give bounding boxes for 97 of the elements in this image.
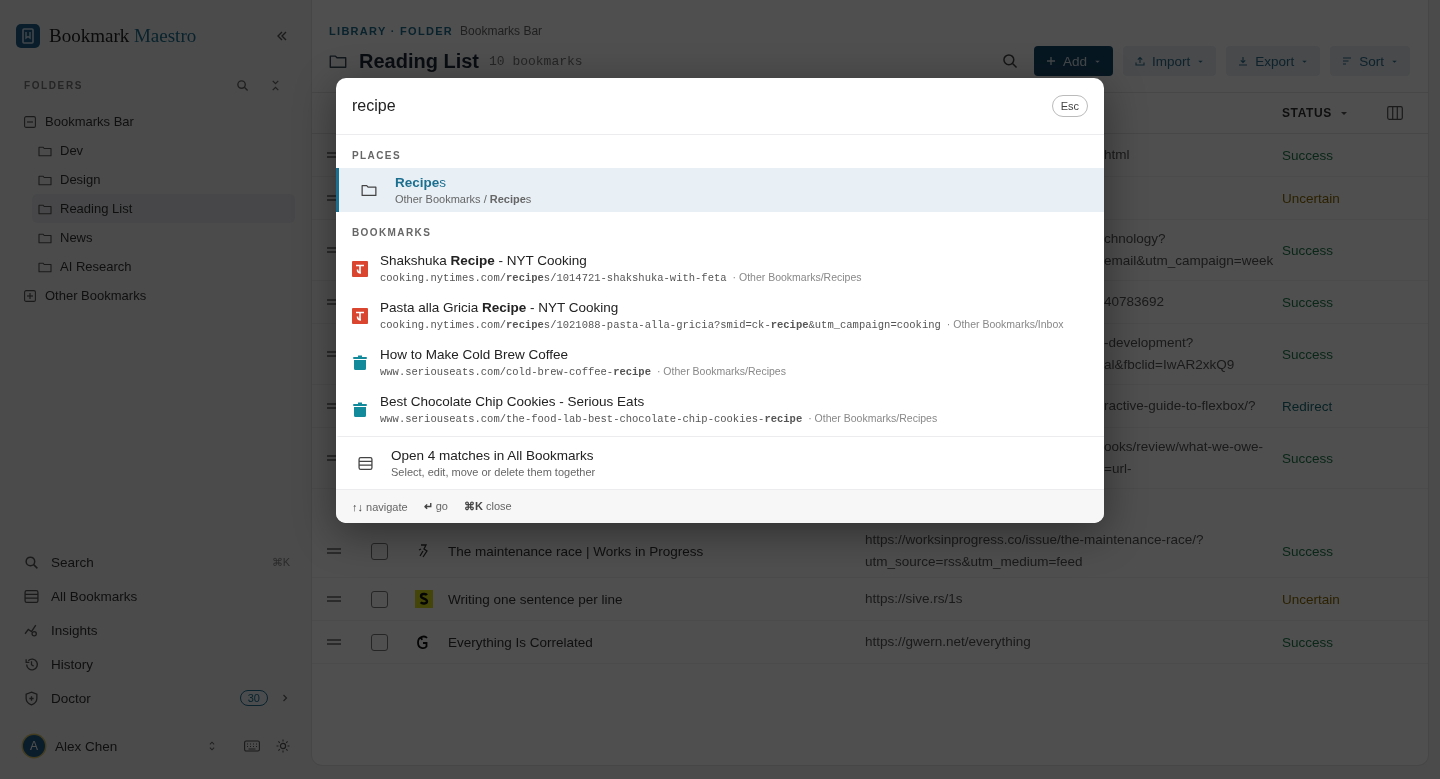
result-item[interactable]: Recipes Other Bookmarks / Recipes (336, 168, 1104, 212)
action-title: Open 4 matches in All Bookmarks (391, 448, 595, 463)
search-field[interactable]: recipe (352, 97, 1052, 115)
result-folder: · Other Bookmarks/Inbox (946, 318, 1064, 330)
expand-box-icon (24, 289, 36, 302)
search-icon[interactable] (1001, 53, 1018, 69)
result-item[interactable]: How to Make Cold Brew Coffee www.seriouseats.com/cold-brew-coffee-recipe · Other Bookmarks/Recipes (336, 339, 1104, 386)
result-url: cooking.nytimes.com/recipes/1014721-shakshuka-with-feta (380, 272, 727, 284)
status-label: Success (1282, 450, 1335, 466)
result-item[interactable]: Pasta alla Gricia Recipe - NYT Cooking cooking.nytimes.com/recipes/1021088-pasta-alla-gricia?smid=ck-recipe&utm_campaign=cooking · Other Bookmarks/Inbox (336, 292, 1104, 339)
columns-icon[interactable] (1387, 105, 1403, 121)
folder-item[interactable]: Dev (32, 136, 295, 165)
result-title: Pasta alla Gricia Recipe - NYT Cooking (380, 300, 620, 315)
result-item[interactable]: Shakshuka Recipe - NYT Cooking cooking.nytimes.com/recipes/1014721-shakshuka-with-feta · Other Bookmarks/Recipes (336, 245, 1104, 292)
folder-item[interactable]: Design (32, 165, 295, 194)
drag-handle-icon[interactable] (327, 596, 341, 602)
user-avatar[interactable]: A (23, 735, 45, 757)
folder-icon (329, 52, 347, 70)
status-label: Success (1282, 346, 1335, 362)
chart-icon (24, 622, 39, 638)
result-url: www.seriouseats.com/the-food-lab-best-chocolate-chip-cookies-recipe (380, 413, 803, 425)
result-path: Other Bookmarks / Recipes (395, 193, 532, 205)
list-icon (24, 588, 39, 604)
user-name: Alex Chen (55, 738, 118, 754)
result-title: Best Chocolate Chip Cookies - Serious Eats (380, 394, 646, 409)
section-label: PLACES (351, 149, 402, 163)
folder-icon (361, 182, 377, 198)
result-folder: · Other Bookmarks/Recipes (656, 365, 786, 377)
favicon-icon (415, 634, 431, 650)
status-label: Success (1282, 543, 1335, 559)
drag-handle-icon[interactable] (327, 639, 341, 645)
toolbar-button[interactable]: Export (1226, 46, 1321, 76)
result-title: Recipes (395, 175, 448, 190)
keyboard-hint: ↵ go (423, 500, 448, 513)
nav-item[interactable]: Insights (24, 613, 290, 647)
toolbar-button[interactable]: Sort (1330, 46, 1410, 76)
column-header[interactable]: STATUS (1282, 106, 1348, 120)
status-label: Success (1282, 242, 1335, 258)
action-description: Select, edit, move or delete them together (391, 466, 596, 478)
page-title: Reading List (359, 49, 479, 73)
plus-icon (1045, 56, 1056, 66)
result-folder: · Other Bookmarks/Recipes (732, 271, 862, 283)
status-label: Success (1282, 294, 1335, 310)
folder-item[interactable]: Reading List (32, 194, 295, 223)
sort-icon (1342, 56, 1353, 66)
shield-icon (24, 690, 39, 706)
collapse-box-icon (24, 115, 36, 128)
count-badge: 30 (239, 690, 268, 706)
history-icon (24, 656, 39, 672)
bookmark-title[interactable]: The maintenance race | Works in Progress (448, 543, 865, 559)
drag-handle-icon[interactable] (327, 548, 341, 554)
folder-item[interactable]: Bookmarks Bar (16, 107, 295, 136)
status-label: Uncertain (1282, 591, 1341, 607)
folder-item[interactable]: AI Research (32, 252, 295, 281)
logo-icon (16, 24, 40, 48)
pot-icon (352, 354, 368, 371)
collapse-all-icon[interactable] (269, 79, 282, 92)
row-checkbox[interactable] (371, 590, 388, 608)
breadcrumb-path: LIBRARY · FOLDER (329, 25, 454, 37)
folder-item[interactable]: News (32, 223, 295, 252)
status-label: Success (1282, 634, 1335, 650)
toolbar-button[interactable]: Import (1122, 46, 1217, 76)
status-label: Redirect (1282, 398, 1334, 414)
collapse-sidebar-icon[interactable] (275, 29, 289, 43)
result-url: cooking.nytimes.com/recipes/1021088-pasta-alla-gricia?smid=ck-recipe&utm_campaign=cooking (380, 319, 941, 331)
pot-icon (352, 401, 368, 418)
search-icon (24, 554, 39, 570)
favicon-icon (415, 590, 433, 608)
result-title: How to Make Cold Brew Coffee (380, 347, 570, 362)
bookmark-title[interactable]: Everything Is Correlated (448, 634, 865, 650)
upload-icon (1134, 56, 1145, 66)
nav-item[interactable]: All Bookmarks (24, 579, 290, 613)
nav-item[interactable]: History (24, 647, 290, 681)
nav-item[interactable]: Doctor 30 (24, 681, 290, 715)
status-label: Uncertain (1282, 190, 1341, 206)
chevron-right-icon (280, 693, 290, 703)
row-checkbox[interactable] (371, 633, 388, 651)
section-label: BOOKMARKS (351, 226, 433, 240)
app-name: Bookmark Maestro (49, 25, 197, 47)
folder-item[interactable]: Other Bookmarks (16, 281, 295, 310)
keyboard-hint: ⌘K close (463, 500, 512, 513)
download-icon (1238, 56, 1249, 66)
keyboard-icon[interactable] (244, 738, 260, 754)
result-folder: · Other Bookmarks/Recipes (808, 412, 938, 424)
result-title: Shakshuka Recipe - NYT Cooking (380, 253, 588, 268)
result-url: www.seriouseats.com/cold-brew-coffee-recipe (380, 366, 651, 378)
search-icon[interactable] (236, 79, 249, 92)
result-item[interactable]: Best Chocolate Chip Cookies - Serious Eats www.seriouseats.com/the-food-lab-best-chocolate-chip-cookies-recipe · Other Bookmarks/Recipes (336, 386, 1104, 433)
list-icon (358, 455, 373, 471)
bookmark-title[interactable]: Writing one sentence per line (448, 591, 865, 607)
favicon-icon (352, 260, 368, 277)
keyboard-hint: ↑↓ navigate (352, 500, 408, 513)
row-checkbox[interactable] (371, 542, 388, 560)
caret-icon (1339, 109, 1348, 117)
favicon-icon (352, 307, 368, 324)
status-label: Success (1282, 147, 1335, 163)
sun-icon[interactable] (276, 739, 290, 753)
